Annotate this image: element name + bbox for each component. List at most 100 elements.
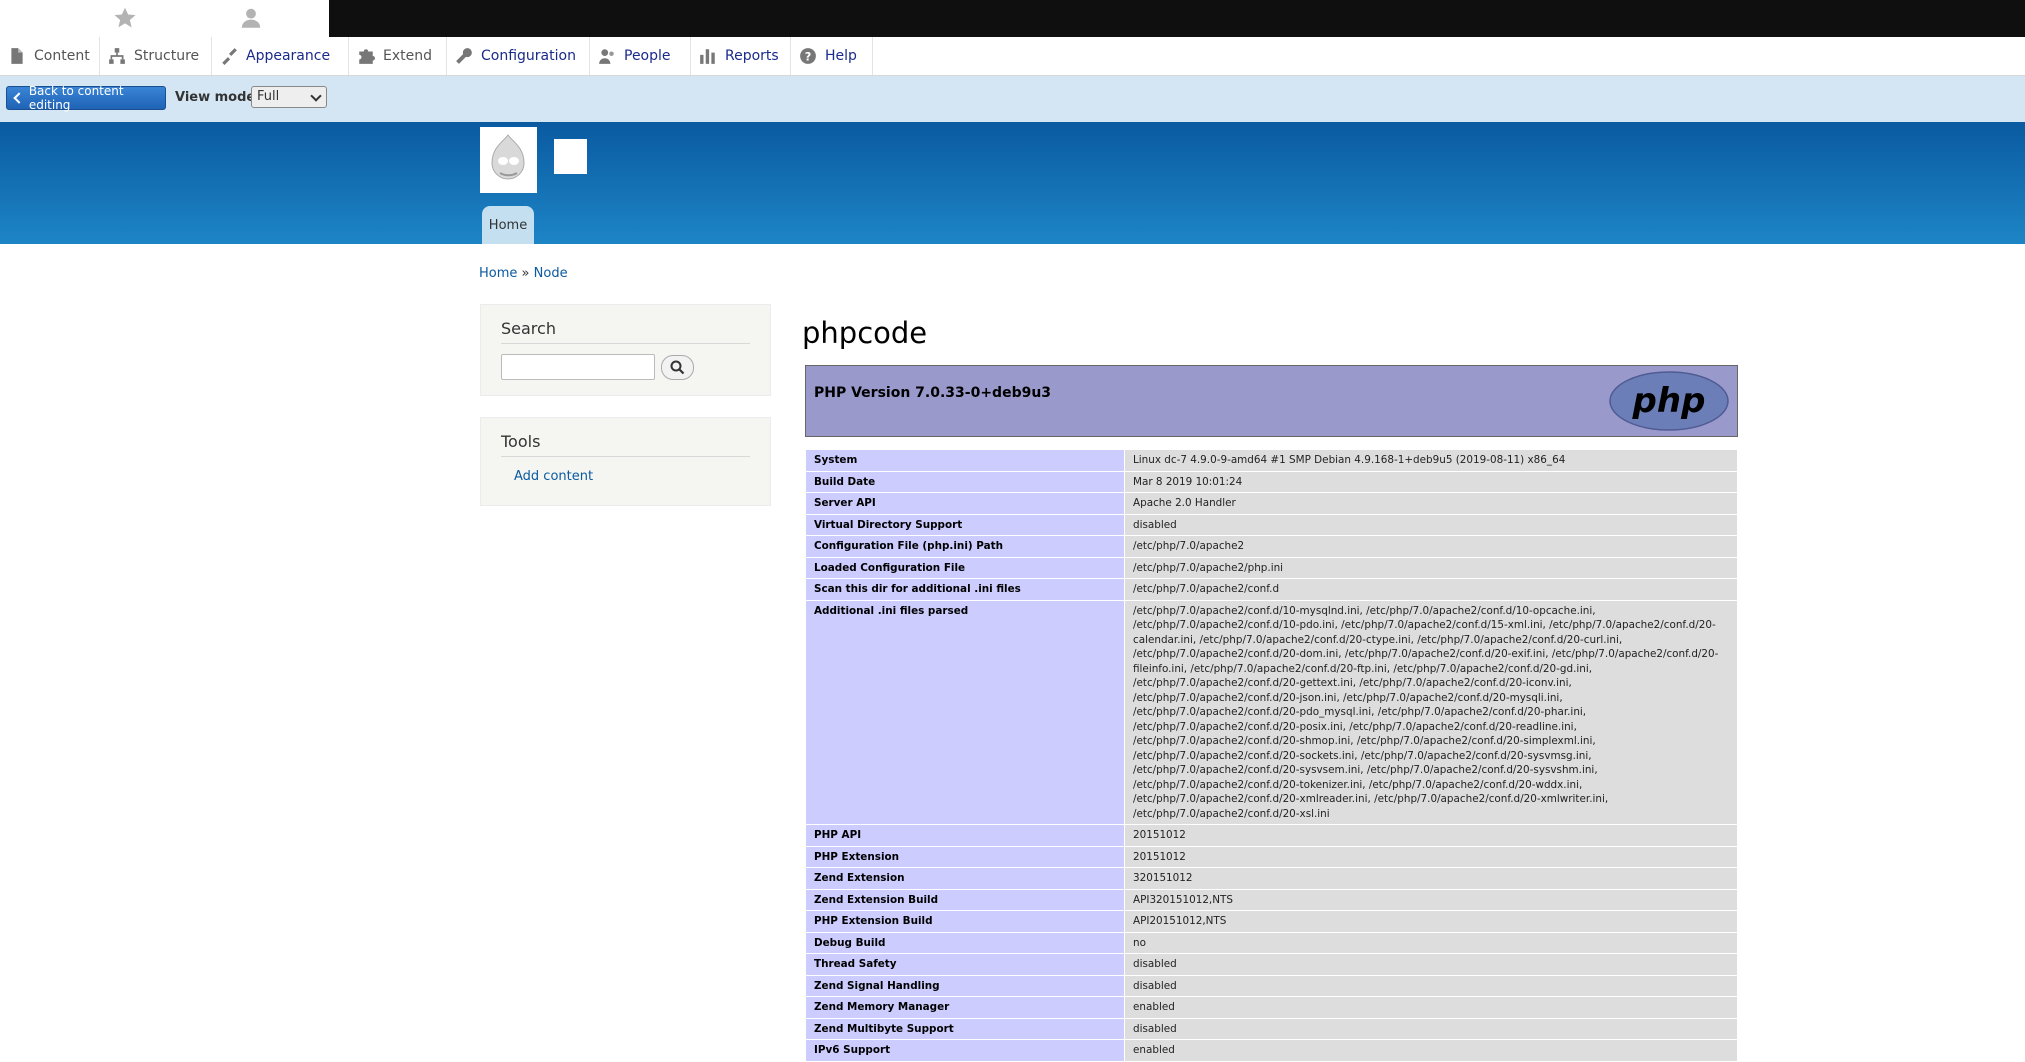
menu-item-label: Structure [134,48,200,64]
search-block: Search [480,304,771,396]
chevron-down-icon [310,90,322,102]
menu-item-label: Content [34,48,90,64]
menu-item-extend[interactable]: Extend [349,37,447,75]
table-row: Zend Memory Manager enabled [805,996,1738,1019]
row-key: Zend Extension [805,867,1125,890]
menu-item-label: People [624,48,671,64]
table-row: Zend Signal Handling disabled [805,974,1738,997]
menu-item-label: Reports [725,48,779,64]
php-info-table: System Linux dc-7 4.9.0-9-amd64 #1 SMP De… [805,449,1738,1062]
row-value: Mar 8 2019 10:01:24 [1124,470,1738,493]
svg-text:?: ? [805,51,812,64]
row-value: /etc/php/7.0/apache2/conf.d [1124,578,1738,601]
table-row: Zend Extension Build API320151012,NTS [805,888,1738,911]
tools-block: Tools Add content [480,417,771,506]
help-icon: ? [799,47,817,65]
row-value: /etc/php/7.0/apache2/php.ini [1124,556,1738,579]
row-value: disabled [1124,953,1738,976]
table-row: Loaded Configuration File/etc/php/7.0/ap… [805,556,1738,579]
user-icon[interactable] [238,5,264,31]
nav-tab-home[interactable]: Home [482,206,534,244]
row-key: Scan this dir for additional .ini files [805,578,1125,601]
menu-item-label: Configuration [481,48,576,64]
site-logo[interactable] [480,127,537,193]
row-key: System [805,449,1125,472]
table-row: Additional .ini files parsed/etc/php/7.0… [805,599,1738,825]
breadcrumb-home[interactable]: Home [479,266,517,281]
breadcrumb-separator: » [521,266,530,281]
sitemap-icon [108,47,126,65]
search-button[interactable] [661,355,694,380]
row-key: IPv6 Support [805,1039,1125,1062]
add-content-link[interactable]: Add content [514,469,593,484]
row-key: Configuration File (php.ini) Path [805,535,1125,558]
php-logo: php [1609,371,1729,431]
breadcrumb-node[interactable]: Node [534,266,568,281]
search-input[interactable] [501,354,655,380]
row-key: Virtual Directory Support [805,513,1125,536]
bar-chart-icon [699,47,717,65]
row-value: 20151012 [1124,845,1738,868]
wrench-icon [455,47,473,65]
row-value: 320151012 [1124,867,1738,890]
site-name[interactable] [554,139,587,174]
row-value: Apache 2.0 Handler [1124,492,1738,515]
row-key: PHP Extension Build [805,910,1125,933]
star-icon[interactable] [112,5,138,31]
row-key: Zend Signal Handling [805,974,1125,997]
row-key: PHP Extension [805,845,1125,868]
row-key: Zend Memory Manager [805,996,1125,1019]
site-header: Home [0,122,2025,244]
menu-item-structure[interactable]: Structure [100,37,212,75]
table-row: Scan this dir for additional .ini files /… [805,578,1738,601]
menu-item-help[interactable]: ? Help [791,37,873,75]
row-key: PHP API [805,824,1125,847]
toolbar-tabs [0,0,329,37]
paintbrush-icon [220,47,238,65]
admin-menu: Content Structure Appearance Extend Conf… [0,37,2025,76]
row-value: no [1124,931,1738,954]
row-key: Build Date [805,470,1125,493]
menu-item-label: Extend [383,48,432,64]
row-key: Server API [805,492,1125,515]
view-mode-value: Full [257,89,280,104]
table-row: Server API Apache 2.0 Handler [805,492,1738,515]
table-row: Zend Extension 320151012 [805,867,1738,890]
row-value: API320151012,NTS [1124,888,1738,911]
view-mode-select[interactable]: Full [251,86,327,108]
row-value: enabled [1124,996,1738,1019]
search-block-title: Search [501,319,556,338]
table-row: System Linux dc-7 4.9.0-9-amd64 #1 SMP De… [805,449,1738,472]
search-icon [670,360,685,375]
table-row: Configuration File (php.ini) Path/etc/ph… [805,535,1738,558]
divider [501,343,750,344]
table-row: PHP Extension Build API20151012,NTS [805,910,1738,933]
row-key: Additional .ini files parsed [805,599,1125,825]
menu-item-content[interactable]: Content [0,37,100,75]
puzzle-icon [357,47,375,65]
row-key: Thread Safety [805,953,1125,976]
row-value: Linux dc-7 4.9.0-9-amd64 #1 SMP Debian 4… [1124,449,1738,472]
table-row: Zend Multibyte Support disabled [805,1017,1738,1040]
table-row: Virtual Directory Support disabled [805,513,1738,536]
table-row: Thread Safety disabled [805,953,1738,976]
table-row: IPv6 Support enabled [805,1039,1738,1062]
svg-text:php: php [1632,381,1706,421]
row-value: /etc/php/7.0/apache2/conf.d/10-mysqlnd.i… [1124,599,1738,825]
nav-tab-label: Home [488,217,528,233]
menu-item-reports[interactable]: Reports [691,37,791,75]
row-key: Loaded Configuration File [805,556,1125,579]
menu-item-label: Help [825,48,857,64]
menu-item-configuration[interactable]: Configuration [447,37,590,75]
back-to-content-editing-button[interactable]: Back to content editing [6,84,166,112]
preview-bar: Back to content editing View mode: Full [0,76,2025,123]
table-row: PHP Extension 20151012 [805,845,1738,868]
row-value: API20151012,NTS [1124,910,1738,933]
page-title: phpcode [802,316,928,350]
back-button-label: Back to content editing [28,84,124,112]
table-row: PHP API 20151012 [805,824,1738,847]
row-value: 20151012 [1124,824,1738,847]
menu-item-people[interactable]: People [590,37,691,75]
menu-item-appearance[interactable]: Appearance [212,37,349,75]
divider [501,456,750,457]
